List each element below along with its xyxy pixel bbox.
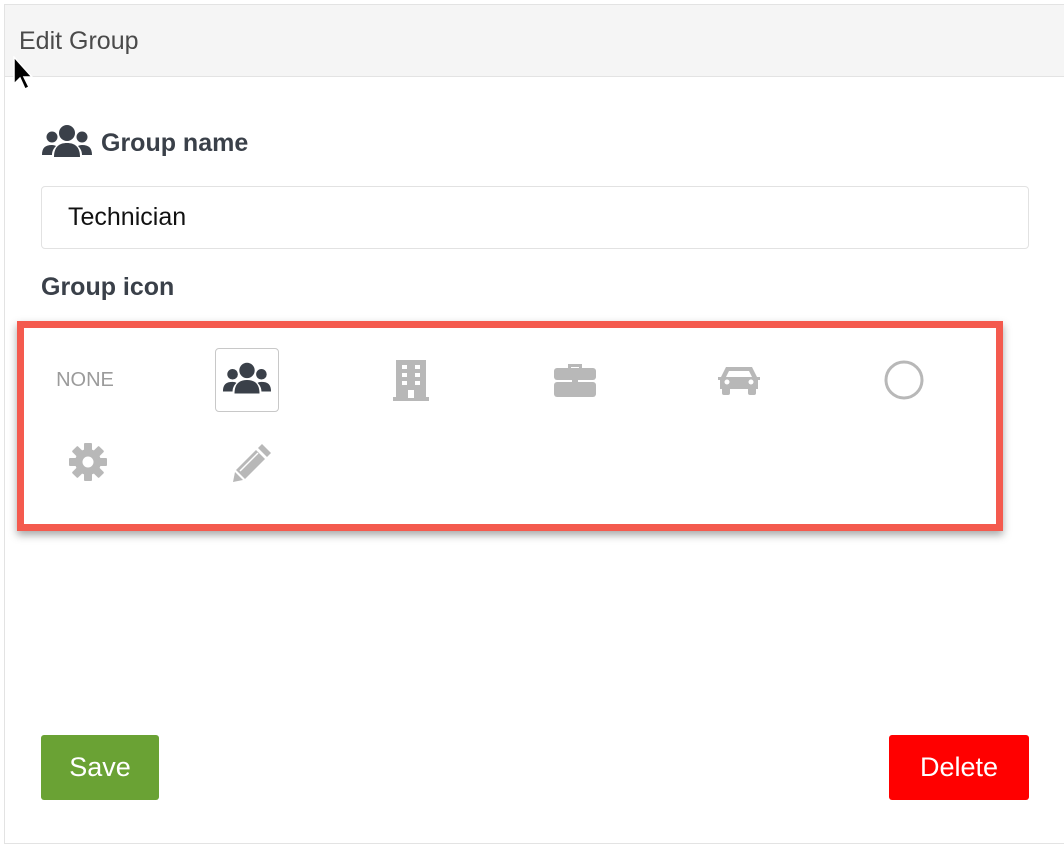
car-icon [718, 367, 760, 395]
icon-option-users[interactable] [215, 348, 279, 412]
pencil-icon [233, 444, 271, 482]
icon-option-building[interactable] [379, 348, 443, 412]
icon-option-none-label: NONE [56, 368, 114, 391]
group-name-label: Group name [41, 123, 248, 163]
delete-button[interactable]: Delete [889, 735, 1029, 800]
mouse-pointer-icon [13, 56, 34, 91]
circle-icon [884, 360, 924, 400]
save-button[interactable]: Save [41, 735, 159, 800]
group-name-label-text: Group name [101, 128, 249, 157]
users-icon [42, 125, 92, 157]
icon-option-circle[interactable] [872, 348, 936, 412]
edit-group-panel: Edit Group Group name Group icon NONE [4, 4, 1064, 844]
icon-option-none[interactable]: NONE [40, 348, 130, 412]
icon-option-gear[interactable] [56, 430, 120, 494]
briefcase-icon [554, 364, 596, 397]
group-icon-picker: NONE [17, 321, 1003, 531]
icon-option-briefcase[interactable] [543, 348, 607, 412]
icon-option-pencil[interactable] [221, 430, 285, 494]
panel-title: Edit Group [19, 27, 139, 55]
group-icon-label-text: Group icon [41, 273, 175, 301]
gear-icon [69, 443, 107, 481]
group-icon-label: Group icon [41, 273, 174, 302]
panel-header: Edit Group [5, 5, 1064, 77]
group-name-input[interactable] [41, 186, 1029, 249]
building-icon [393, 360, 429, 401]
users-icon [222, 362, 272, 394]
icon-option-car[interactable] [707, 348, 771, 412]
